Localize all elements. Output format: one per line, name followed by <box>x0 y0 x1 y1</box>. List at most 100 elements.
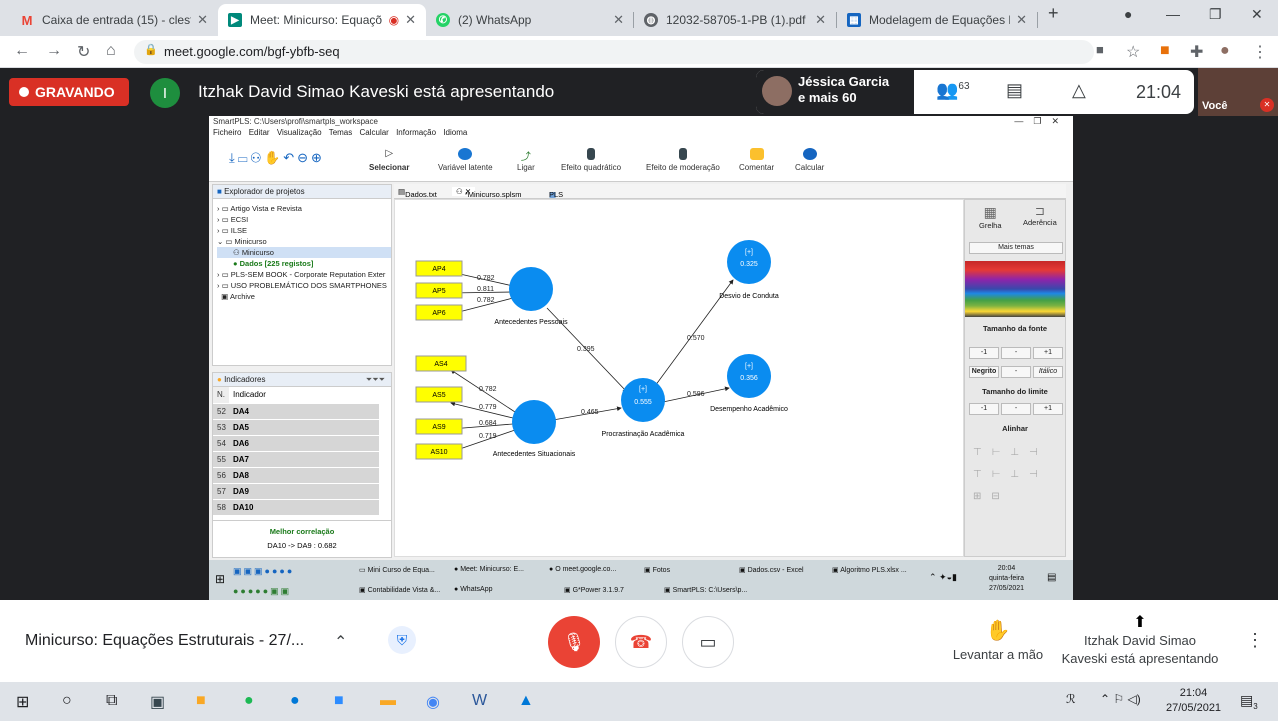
indicator-box[interactable]: AP6 <box>415 304 463 321</box>
new-tab-button[interactable]: + <box>1048 3 1059 24</box>
comment-tool[interactable]: Comentar <box>739 148 774 172</box>
bold-button[interactable]: Negrito <box>969 366 999 378</box>
profile-dot-icon[interactable]: ● <box>1124 6 1132 22</box>
tab-gmail[interactable]: M Caixa de entrada (15) - clesto ✕ <box>10 4 218 36</box>
select-tool[interactable]: ▷ Selecionar <box>369 148 409 172</box>
taskbar-item[interactable]: ▣ SmartPLS: C:\Users\p... <box>664 586 747 594</box>
tray-icons[interactable]: ⌃ ✦◒▮ <box>929 572 957 583</box>
latent-node-desvio[interactable]: [+] 0.325 Desvio de Conduta <box>719 240 779 300</box>
taskbar-item[interactable]: ▣ Fotos <box>644 566 670 574</box>
limit-decrease-button[interactable]: -1 <box>969 403 999 415</box>
reload-icon[interactable]: ↻ <box>77 42 90 62</box>
close-icon[interactable]: ✕ <box>613 12 624 28</box>
extension-icon[interactable]: ■ <box>1160 42 1170 60</box>
shield-icon[interactable]: ⛨ <box>388 626 416 654</box>
tree-item[interactable]: › ▭ ILSE <box>217 225 391 236</box>
menu-icon[interactable]: ⋮ <box>1252 42 1268 62</box>
taskbar-item[interactable]: ● Meet: Minicurso: E... <box>454 566 524 573</box>
tab-pdf[interactable]: ◍ 12032-58705-1-PB (1).pdf ✕ <box>634 4 836 36</box>
people-icon[interactable]: 👥63 <box>936 80 970 101</box>
spotify-icon[interactable]: ● <box>244 692 254 710</box>
menu-item[interactable]: Idioma <box>443 128 467 137</box>
tree-item[interactable]: ⌄ ▭ Minicurso <box>217 236 391 247</box>
avatar[interactable]: ● <box>1220 42 1230 60</box>
indicator-box[interactable]: AS9 <box>415 418 463 435</box>
participants-box[interactable]: Jéssica Garcia e mais 60 👥63 ▤ △ 21:04 <box>756 70 1194 114</box>
moderation-effect-tool[interactable]: Efeito de moderação <box>646 148 720 172</box>
close-icon[interactable]: ✕ <box>1016 12 1027 28</box>
minimize-icon[interactable]: — <box>1166 6 1180 22</box>
close-icon[interactable]: ✕ <box>405 12 416 28</box>
mic-toggle-button[interactable]: 🎙 <box>548 616 600 668</box>
activities-icon[interactable]: △ <box>1072 80 1086 101</box>
font-decrease-button[interactable]: -1 <box>969 347 999 359</box>
menu-item[interactable]: Visualização <box>277 128 322 137</box>
close-icon[interactable]: ✕ <box>815 12 826 28</box>
tree-item[interactable]: ⚇ Minicurso <box>217 247 391 258</box>
raise-hand-button[interactable]: ✋ Levantar a mão <box>950 618 1046 662</box>
back-icon[interactable]: ← <box>14 42 30 60</box>
latent-node-situacionais[interactable]: Antecedentes Situacionais <box>493 400 576 458</box>
table-row[interactable]: 56 DA8 <box>213 467 379 484</box>
limit-increase-button[interactable]: +1 <box>1033 403 1063 415</box>
close-icon[interactable]: ✕ <box>197 12 208 28</box>
camera-toggle-button[interactable]: ▭ <box>682 616 734 668</box>
indicator-box[interactable]: AP5 <box>415 282 463 299</box>
notification-icon[interactable]: ▤3 <box>1240 692 1258 711</box>
url-input[interactable]: 🔒 meet.google.com/bgf-ybfb-seq <box>134 40 1094 64</box>
taskbar-item[interactable]: ● WhatsApp <box>454 586 492 593</box>
latent-node-desempenho[interactable]: [+] 0.356 Desempenho Acadêmico <box>710 354 788 413</box>
more-options-icon[interactable]: ⋮ <box>1246 630 1264 651</box>
table-row[interactable]: 54 DA6 <box>213 435 379 452</box>
more-themes-button[interactable]: Mais temas <box>969 242 1063 254</box>
table-row[interactable]: 57 DA9 <box>213 483 379 500</box>
toolbar-icons[interactable]: ⤓▭⚇✋↶⊖⊕ <box>229 150 325 166</box>
puzzle-icon[interactable]: ✚ <box>1190 42 1203 62</box>
leave-call-button[interactable]: ☎ <box>615 616 667 668</box>
taskbar-item[interactable]: ▣ Dados.csv - Excel <box>739 566 804 574</box>
home-icon[interactable]: ⌂ <box>106 42 116 60</box>
windows-icon[interactable]: ⊞ <box>215 572 225 586</box>
table-row[interactable]: 52 DA4 <box>213 403 379 420</box>
align-icons[interactable]: ⊤⊢⊥⊣ ⊤⊢⊥⊣ ⊞⊟ <box>973 442 1048 508</box>
notification-icon[interactable]: ▤ <box>1047 572 1056 583</box>
camera-icon[interactable]: ■ <box>1096 42 1104 57</box>
color-palette[interactable] <box>965 261 1065 317</box>
tab-meet[interactable]: ▶ Meet: Minicurso: Equaçõ ◉ ✕ <box>218 4 426 36</box>
chevron-up-icon[interactable]: ⌃ <box>334 632 347 652</box>
tree-item[interactable]: › ▭ ECSI <box>217 214 391 225</box>
taskbar-item[interactable]: ▣ Algoritmo PLS.xlsx ... <box>832 566 907 574</box>
app-icon[interactable]: ■ <box>196 692 206 710</box>
taskbar-item[interactable]: ▣ G*Power 3.1.9.7 <box>564 586 624 594</box>
presentation-button[interactable]: ⬆ Itzhak David Simao Kaveski está aprese… <box>1060 612 1220 668</box>
font-reset-button[interactable]: - <box>1001 347 1031 359</box>
word-icon[interactable]: W <box>472 692 487 710</box>
latent-node-procrastinacao[interactable]: [+] 0.555 Procrastinação Acadêmica <box>602 378 685 438</box>
limit-reset-button[interactable]: - <box>1001 403 1031 415</box>
indicator-box[interactable]: AS4 <box>415 355 467 372</box>
quadratic-effect-tool[interactable]: Efeito quadrático <box>561 148 621 172</box>
window-controls[interactable]: — ❐ ✕ <box>1014 116 1059 127</box>
pinned-icons[interactable]: ▣▣▣●●●● <box>233 566 294 577</box>
store-icon[interactable]: ▣ <box>150 692 165 712</box>
tray-icons[interactable]: ⌃ ⚐ ◁) <box>1100 692 1141 706</box>
tree-item[interactable]: ● Dados [225 registos] <box>217 258 391 269</box>
table-row[interactable]: 55 DA7 <box>213 451 379 468</box>
taskbar-item[interactable]: ▭ Mini Curso de Equa... <box>359 566 435 574</box>
model-canvas[interactable]: AP4 AP5 AP6 AS4 AS5 AS9 AS10 0.782 0.811… <box>394 199 964 557</box>
table-row[interactable]: 53 DA5 <box>213 419 379 436</box>
photos-icon[interactable]: ▲ <box>518 692 534 710</box>
menu-item[interactable]: Temas <box>329 128 353 137</box>
os-clock[interactable]: 21:04 27/05/2021 <box>1166 686 1221 716</box>
calculate-tool[interactable]: Calcular <box>795 148 824 172</box>
menu-item[interactable]: Calcular <box>359 128 388 137</box>
filter-icon[interactable]: ⏷⏷⏷ <box>366 375 385 385</box>
tree-item[interactable]: › ▭ USO PROBLEMÁTICO DOS SMARTPHONES <box>217 280 391 291</box>
windows-icon[interactable]: ⊞ <box>16 692 29 712</box>
indicator-box[interactable]: AS5 <box>415 386 463 403</box>
indicator-box[interactable]: AP4 <box>415 260 463 277</box>
table-row[interactable]: 58 DA10 <box>213 499 379 516</box>
editor-tab[interactable]: ▤ Dados.txt <box>398 187 437 199</box>
font-style-reset-button[interactable]: - <box>1001 366 1031 378</box>
grid-button[interactable]: ▦ Grelha <box>979 204 1002 230</box>
